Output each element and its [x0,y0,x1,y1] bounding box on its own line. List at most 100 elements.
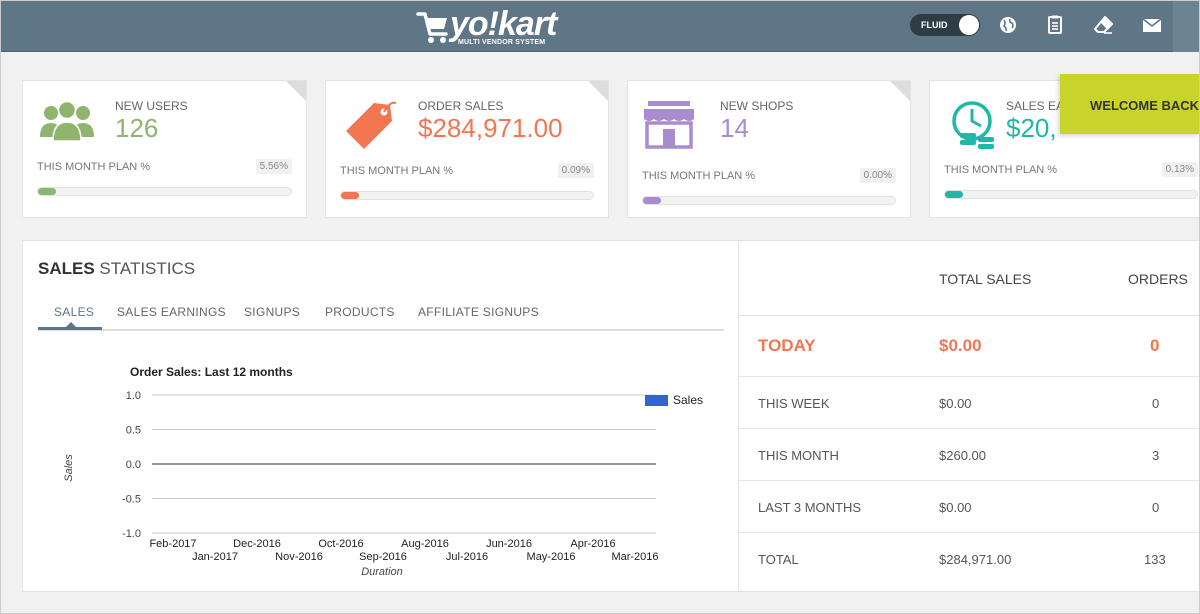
x-tick-label: Oct-2016 [318,538,363,550]
row-orders: 3 [1152,448,1160,463]
row-label: THIS WEEK [758,396,830,411]
card-title: NEW USERS [115,99,188,113]
tab-signups[interactable]: SIGNUPS [244,305,300,319]
active-tab-underline [38,327,102,330]
progress-bar [642,196,896,205]
y-tick-label: 0.0 [126,459,141,471]
top-bar: yo!kart MULTI VENDOR SYSTEM FLUID [0,0,1200,52]
stat-card-order-sales: ORDER SALES $284,971.00 THIS MONTH PLAN … [325,80,609,218]
progress-bar [944,190,1198,199]
card-title: NEW SHOPS [720,99,794,113]
row-label: TOTAL [758,552,799,567]
logo[interactable]: yo!kart MULTI VENDOR SYSTEM [416,4,557,48]
card-title: ORDER SALES [418,99,504,113]
row-label: TODAY [758,336,816,355]
mail-icon[interactable] [1141,14,1163,36]
plan-percent-badge: 0.00% [859,168,896,183]
plan-label: THIS MONTH PLAN % [37,161,151,173]
sales-statistics-panel: SALES STATISTICS SALES SALES EARNINGS SI… [22,240,739,592]
order-sales-chart: Order Sales: Last 12 months 1.0 0.5 0.0 -0.… [63,365,703,578]
plan-percent-badge: 0.13% [1161,162,1198,177]
row-label: LAST 3 MONTHS [758,500,862,515]
plan-label: THIS MONTH PLAN % [944,164,1058,176]
card-corner [286,81,306,101]
x-tick-label: Apr-2016 [570,538,615,550]
summary-row-total: TOTAL $284,971.00 133 [739,533,1200,593]
plan-label: THIS MONTH PLAN % [340,165,454,177]
gridlines [152,394,656,534]
sales-summary-panel: TOTAL SALES ORDERS TODAY $0.00 0 THIS WE… [738,240,1200,592]
x-tick-label: Jun-2016 [486,538,532,550]
stat-card-new-shops: NEW SHOPS 14 THIS MONTH PLAN % 0.00% [627,80,911,218]
summary-row-this-month: THIS MONTH $260.00 3 [739,429,1200,481]
progress-fill [945,191,963,198]
stats-tabs: SALES SALES EARNINGS SIGNUPS PRODUCTS AF… [38,299,724,331]
users-icon [37,99,97,147]
x-tick-label: Dec-2016 [233,538,281,550]
card-value: 126 [115,113,159,143]
x-tick-label: Feb-2017 [149,538,196,550]
eraser-icon[interactable] [1093,14,1115,36]
active-tab-caret [66,322,76,327]
progress-fill [38,188,56,195]
row-sales: $0.00 [939,336,982,355]
panel-title: SALES STATISTICS [38,259,195,279]
summary-row-last-3-months: LAST 3 MONTHS $0.00 0 [739,481,1200,533]
plan-percent-badge: 5.56% [255,159,292,174]
row-orders: 0 [1152,396,1160,411]
x-tick-label: Jan-2017 [192,551,238,563]
toggle-knob [959,15,979,35]
clipboard-icon[interactable] [1044,14,1066,36]
legend-label: Sales [673,393,703,407]
logo-tagline: MULTI VENDOR SYSTEM [458,39,546,46]
progress-fill [643,197,661,204]
plan-percent-badge: 0.09% [557,163,594,178]
tab-products[interactable]: PRODUCTS [325,305,395,319]
panel-title-bold: SALES [38,259,95,278]
row-sales: $284,971.00 [939,552,1012,567]
fluid-label: FLUID [921,20,948,30]
x-tick-label: Sep-2016 [359,551,407,563]
tab-sales-earnings[interactable]: SALES EARNINGS [117,305,226,319]
scrollbar-track[interactable] [1173,0,1200,52]
tab-sales[interactable]: SALES [54,305,94,319]
row-orders: 0 [1150,336,1160,355]
welcome-back-banner[interactable]: WELCOME BACK [1060,74,1200,134]
card-corner [890,81,910,101]
summary-header: TOTAL SALES ORDERS [739,241,1200,316]
progress-bar [37,187,292,196]
y-axis-label: Sales [63,454,75,482]
shop-icon [642,99,702,149]
card-value: $20, [1006,113,1057,143]
y-tick-label: -1.0 [122,528,141,540]
row-sales: $0.00 [939,396,972,411]
card-corner [588,81,608,101]
y-axis: 1.0 0.5 0.0 -0.5 -1.0 [122,390,141,540]
x-axis-label: Duration [361,566,403,578]
progress-bar [340,191,594,200]
chart-title: Order Sales: Last 12 months [130,365,293,379]
globe-icon[interactable] [997,14,1019,36]
x-tick-label: May-2016 [527,551,576,563]
x-axis: Feb-2017Jan-2017Dec-2016Nov-2016Oct-2016… [149,538,658,563]
tab-affiliate-signups[interactable]: AFFILIATE SIGNUPS [418,305,539,319]
x-tick-label: Aug-2016 [401,538,449,550]
row-orders: 133 [1144,552,1166,567]
panel-title-rest: STATISTICS [94,259,196,278]
y-tick-label: 1.0 [126,390,141,402]
summary-row-this-week: THIS WEEK $0.00 0 [739,377,1200,429]
fluid-toggle[interactable]: FLUID [910,14,980,36]
legend-swatch [645,395,668,406]
x-tick-label: Mar-2016 [611,551,658,563]
progress-fill [341,192,359,199]
y-tick-label: -0.5 [122,494,141,506]
header-total-sales: TOTAL SALES [939,271,1032,287]
card-value: 14 [720,113,749,143]
row-sales: $260.00 [939,448,986,463]
coins-clock-icon [944,99,1004,149]
stat-card-new-users: NEW USERS 126 THIS MONTH PLAN % 5.56% [22,80,307,218]
card-value: $284,971.00 [418,113,563,143]
row-sales: $0.00 [939,500,972,515]
x-tick-label: Nov-2016 [275,551,323,563]
header-orders: ORDERS [1128,271,1188,287]
